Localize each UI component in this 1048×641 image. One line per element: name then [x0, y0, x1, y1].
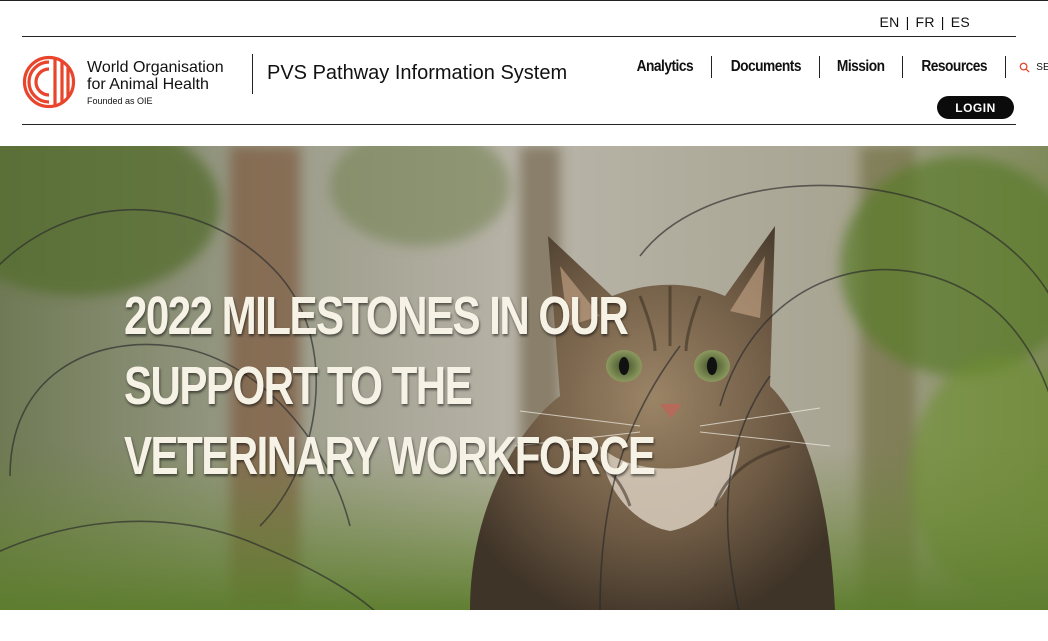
org-name-line2: for Animal Health: [87, 76, 209, 93]
nav-analytics[interactable]: Analytics: [635, 58, 695, 76]
hero-title-line2: SUPPORT TO THE: [124, 356, 473, 416]
header-vertical-divider: [252, 54, 253, 94]
org-founded-note: Founded as OIE: [87, 96, 153, 106]
language-es[interactable]: ES: [951, 14, 970, 30]
org-name: World Organisation for Animal Health: [87, 59, 224, 93]
nav-separator: [1005, 56, 1007, 78]
page-content-start: [0, 610, 1048, 641]
language-switcher: EN | FR | ES: [880, 14, 970, 30]
search-button[interactable]: SEARCH: [1019, 62, 1048, 73]
hero-title-line3: VETERINARY WORKFORCE: [124, 426, 656, 486]
hero-title-line1: 2022 MILESTONES IN OUR: [124, 286, 629, 346]
nav-documents[interactable]: Documents: [729, 58, 803, 76]
nav-mission[interactable]: Mission: [836, 58, 887, 76]
search-icon: [1019, 62, 1030, 73]
woah-logo-icon: [22, 55, 76, 109]
header-divider-top: [22, 36, 1016, 37]
language-separator: |: [940, 14, 945, 30]
woah-logo[interactable]: [22, 54, 78, 110]
hero-banner[interactable]: 2022 MILESTONES IN OUR SUPPORT TO THE VE…: [0, 146, 1048, 610]
org-name-line1: World Organisation: [87, 59, 224, 76]
hero-title: 2022 MILESTONES IN OUR SUPPORT TO THE VE…: [124, 281, 656, 491]
language-en[interactable]: EN: [880, 14, 900, 30]
login-button[interactable]: LOGIN: [937, 96, 1014, 119]
main-nav: Analytics Documents Mission Resources SE…: [630, 56, 1048, 78]
search-label: SEARCH: [1036, 61, 1048, 73]
header-divider-bottom: [22, 124, 1016, 125]
nav-separator: [710, 56, 712, 78]
language-fr[interactable]: FR: [916, 14, 935, 30]
top-border: [0, 0, 1048, 1]
nav-resources[interactable]: Resources: [919, 58, 988, 76]
site-title: PVS Pathway Information System: [267, 62, 568, 84]
nav-separator: [819, 56, 821, 78]
nav-separator: [901, 56, 903, 78]
language-separator: |: [905, 14, 910, 30]
